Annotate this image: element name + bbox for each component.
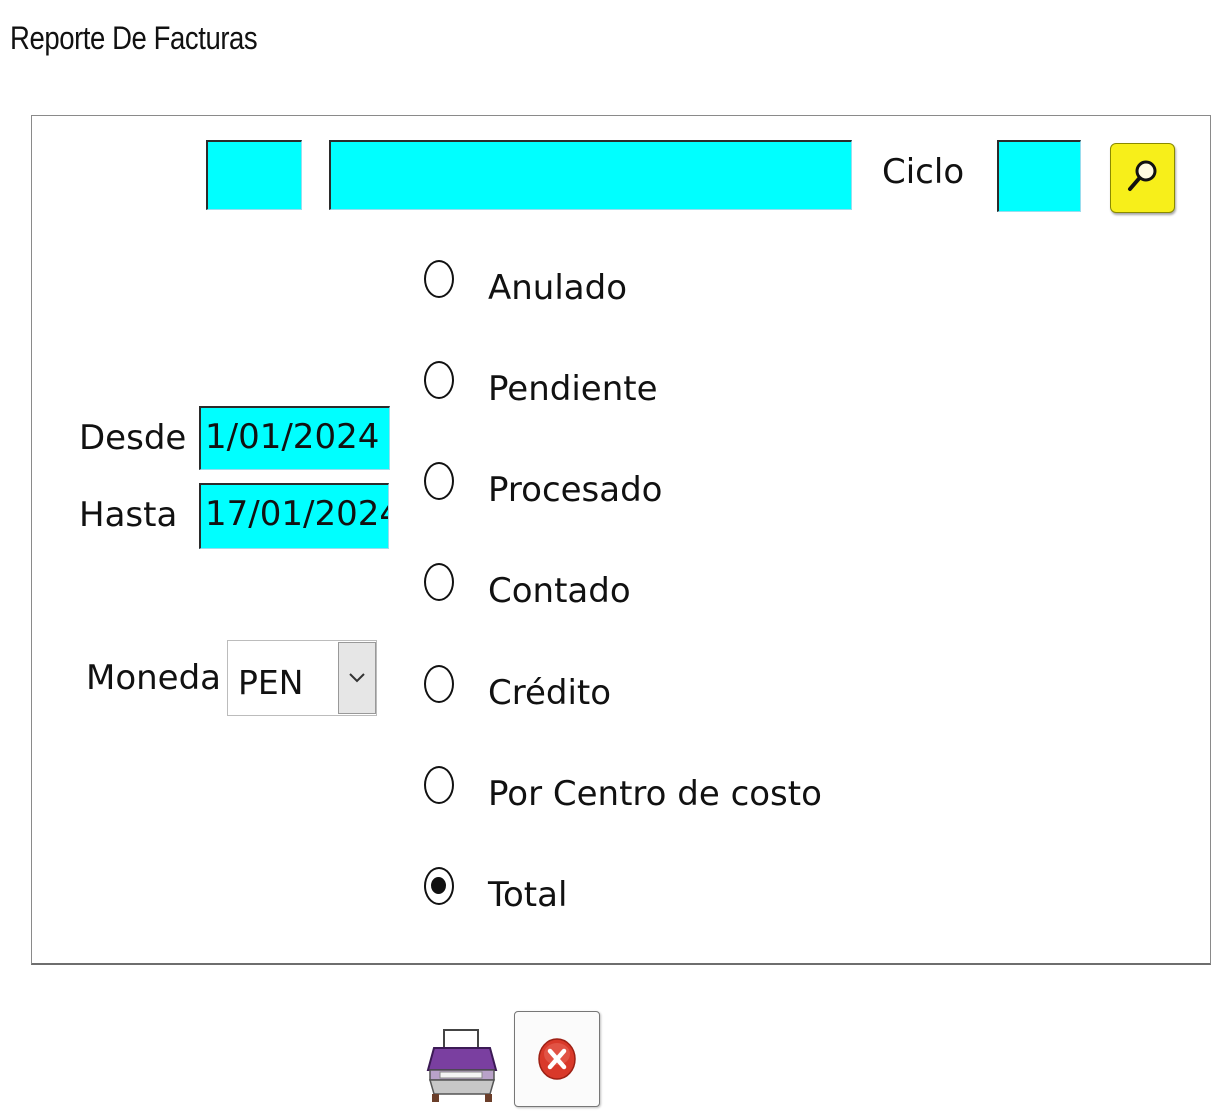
radio-button[interactable] bbox=[424, 665, 454, 703]
close-icon bbox=[538, 1038, 576, 1080]
cycle-label: Ciclo bbox=[882, 152, 965, 192]
radio-label: Pendiente bbox=[488, 369, 658, 409]
radio-label: Total bbox=[488, 875, 568, 915]
radio-button[interactable] bbox=[424, 462, 454, 500]
cycle-input[interactable] bbox=[997, 140, 1081, 212]
radio-button-selected[interactable] bbox=[424, 867, 454, 905]
currency-label: Moneda bbox=[86, 658, 222, 698]
chevron-down-icon bbox=[349, 673, 365, 683]
printer-icon bbox=[426, 1029, 498, 1102]
magnifier-icon bbox=[1127, 160, 1156, 191]
radio-button[interactable] bbox=[424, 361, 454, 399]
date-from-label: Desde bbox=[79, 418, 187, 458]
radio-button[interactable] bbox=[424, 766, 454, 804]
name-input[interactable] bbox=[329, 140, 852, 210]
search-button[interactable] bbox=[1110, 143, 1175, 213]
radio-label: Contado bbox=[488, 571, 631, 611]
currency-select[interactable]: PEN bbox=[227, 640, 377, 716]
date-from-input[interactable]: 1/01/2024 bbox=[199, 406, 390, 470]
radio-button[interactable] bbox=[424, 563, 454, 601]
code-input[interactable] bbox=[206, 140, 302, 210]
currency-select-value: PEN bbox=[238, 663, 304, 702]
date-to-label: Hasta bbox=[79, 495, 178, 535]
radio-label: Anulado bbox=[488, 268, 628, 308]
radio-label: Crédito bbox=[488, 673, 612, 713]
radio-button[interactable] bbox=[424, 260, 454, 298]
radio-label: Procesado bbox=[488, 470, 663, 510]
currency-dropdown-button[interactable] bbox=[338, 642, 376, 714]
window-title: Reporte De Facturas bbox=[10, 20, 258, 56]
radio-label: Por Centro de costo bbox=[488, 774, 822, 814]
close-button[interactable] bbox=[514, 1011, 600, 1107]
print-button[interactable] bbox=[424, 1026, 502, 1104]
date-to-input[interactable]: 17/01/2024 bbox=[199, 483, 389, 549]
